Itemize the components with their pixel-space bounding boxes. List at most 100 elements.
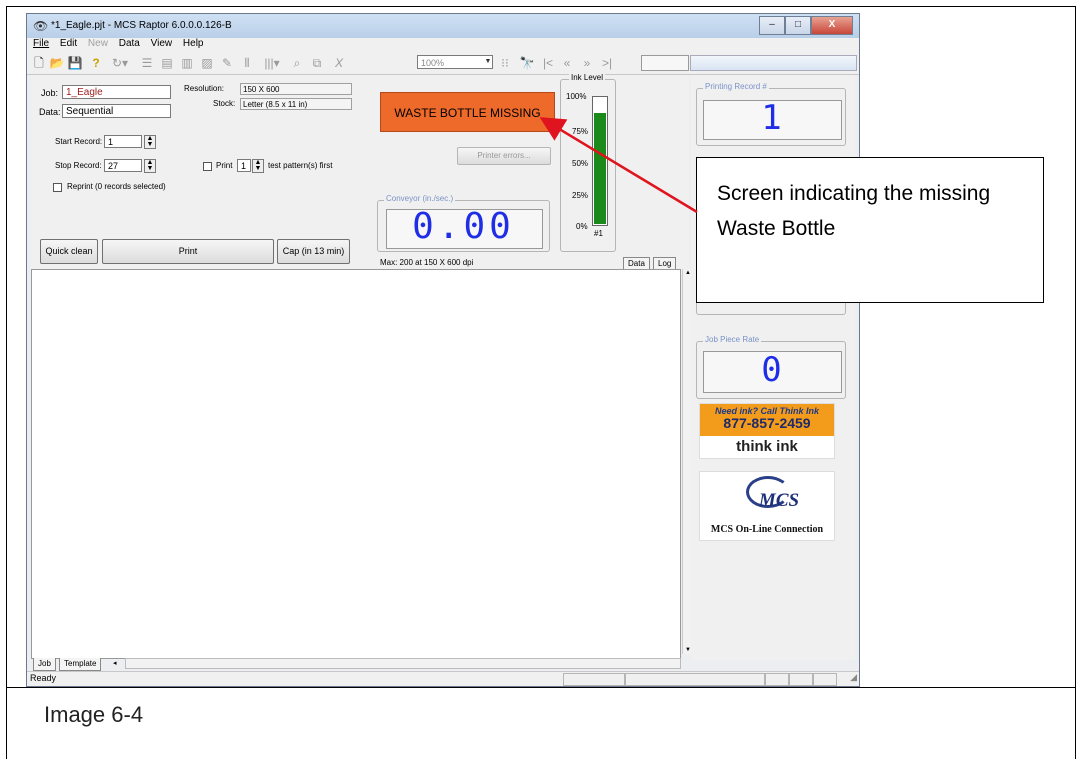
- printing-record-group: Printing Record # 1: [696, 82, 846, 146]
- printer-errors-button[interactable]: Printer errors...: [457, 147, 551, 165]
- print-button[interactable]: Print: [102, 239, 274, 264]
- maximize-button[interactable]: □: [785, 16, 811, 35]
- start-record-stepper[interactable]: ▲ ▼: [144, 135, 156, 149]
- minimize-button[interactable]: –: [759, 16, 785, 35]
- menu-edit[interactable]: Edit: [60, 38, 77, 49]
- ink-scale-100: 100%: [566, 92, 587, 101]
- status-pane-2: [625, 673, 765, 686]
- print-label: Print: [216, 161, 233, 170]
- next-record-icon[interactable]: »: [579, 55, 595, 71]
- menu-data[interactable]: Data: [119, 38, 140, 49]
- print-test-checkbox[interactable]: [203, 162, 212, 171]
- menu-new[interactable]: New: [88, 38, 108, 49]
- image-icon[interactable]: ▨: [199, 55, 215, 71]
- chevron-down-icon[interactable]: ▼: [483, 56, 493, 68]
- help-icon[interactable]: ?: [89, 55, 103, 71]
- align-left-icon[interactable]: ☰: [139, 55, 155, 71]
- ink-scale-25: 25%: [572, 191, 589, 200]
- menu-bar: File Edit New Data View Help: [27, 38, 859, 52]
- mcs-online-link[interactable]: MCS MCS On-Line Connection: [699, 471, 835, 541]
- ink-level-title: Ink Level: [569, 73, 606, 82]
- tab-job[interactable]: Job: [33, 658, 56, 671]
- start-record-label: Start Record:: [55, 137, 103, 146]
- save-icon[interactable]: 💾: [67, 55, 83, 71]
- ink-level-gauge: [592, 96, 608, 226]
- frame-divider-line: [6, 687, 1076, 688]
- stop-record-stepper[interactable]: ▲ ▼: [144, 159, 156, 173]
- title-bar[interactable]: 👁 *1_Eagle.pjt - MCS Raptor 6.0.0.0.126-…: [27, 14, 859, 38]
- waste-bottle-alert: WASTE BOTTLE MISSING: [380, 92, 555, 132]
- copy-icon[interactable]: ⧉: [309, 55, 325, 71]
- reprint-checkbox[interactable]: [53, 183, 62, 192]
- new-file-icon[interactable]: 🗋: [31, 55, 47, 71]
- job-piece-rate-title: Job Piece Rate: [703, 335, 762, 344]
- resolution-value: 150 X 600: [240, 83, 352, 95]
- menu-help[interactable]: Help: [183, 38, 204, 49]
- stock-value: Letter (8.5 x 11 in): [240, 98, 352, 110]
- grid-icon[interactable]: ⁝⁝: [497, 55, 513, 71]
- zoom-icon[interactable]: ⌕: [289, 55, 305, 71]
- ink-scale-0: 0%: [576, 222, 588, 231]
- frame-right-line: [1075, 6, 1076, 759]
- edit-image-icon[interactable]: ✎: [219, 55, 235, 71]
- ink-cartridge-label: #1: [594, 229, 603, 238]
- window-title: *1_Eagle.pjt - MCS Raptor 6.0.0.0.126-B: [51, 20, 232, 31]
- job-piece-rate-value: 0: [761, 350, 782, 390]
- cut-icon[interactable]: X: [331, 55, 347, 71]
- zoom-select[interactable]: 100%: [417, 55, 493, 69]
- conveyor-title: Conveyor (in./sec.): [384, 194, 456, 203]
- toolbar: 🗋 📂 💾 ? ↻▾ ☰ ▤ ▥ ▨ ✎ ⦀ |||▾ ⌕ ⧉ X 100% ▼…: [27, 52, 859, 75]
- quick-clean-button[interactable]: Quick clean: [40, 239, 98, 264]
- think-ink-phone: 877-857-2459: [723, 415, 811, 431]
- ink-scale-75: 75%: [572, 127, 589, 136]
- data-source-field[interactable]: Sequential: [62, 104, 171, 118]
- last-record-icon[interactable]: >|: [599, 55, 615, 71]
- barcode-icon[interactable]: ⦀: [239, 55, 255, 71]
- tab-template[interactable]: Template: [59, 658, 102, 671]
- refresh-icon[interactable]: ↻▾: [109, 55, 131, 71]
- think-ink-ad[interactable]: Need ink? Call Think Ink 877-857-2459 th…: [699, 403, 835, 459]
- menu-view[interactable]: View: [151, 38, 173, 49]
- think-ink-brand: think ink: [736, 438, 798, 455]
- record-field[interactable]: [641, 55, 689, 71]
- app-window: 👁 *1_Eagle.pjt - MCS Raptor 6.0.0.0.126-…: [26, 13, 860, 687]
- status-bar: Ready ◢: [27, 671, 859, 686]
- job-preview-area[interactable]: [31, 269, 681, 659]
- resize-grip-icon[interactable]: ◢: [850, 672, 857, 683]
- tab-scroll-left-icon[interactable]: ◂: [113, 659, 117, 667]
- job-piece-rate-group: Job Piece Rate 0: [696, 335, 846, 399]
- open-folder-icon[interactable]: 📂: [49, 55, 65, 71]
- reprint-label: Reprint (0 records selected): [67, 182, 166, 191]
- start-record-field[interactable]: 1: [104, 135, 142, 148]
- menu-file[interactable]: File: [33, 38, 49, 49]
- image-caption: Image 6-4: [44, 702, 144, 727]
- horizontal-scrollbar[interactable]: [125, 658, 681, 669]
- mcs-logo: MCS: [758, 490, 800, 511]
- toolbar-status-strip: [690, 55, 857, 71]
- status-text: Ready: [30, 673, 57, 683]
- ink-scale-50: 50%: [572, 159, 589, 168]
- conveyor-max-label: Max: 200 at 150 X 600 dpi: [380, 258, 474, 267]
- status-pane-5: [813, 673, 837, 686]
- job-name-field[interactable]: 1_Eagle: [62, 85, 171, 99]
- data-label: Data:: [39, 107, 61, 117]
- frame-top-line: [6, 6, 1076, 7]
- cap-button[interactable]: Cap (in 13 min): [277, 239, 350, 264]
- job-label: Job:: [41, 88, 59, 98]
- previous-record-icon[interactable]: «: [559, 55, 575, 71]
- status-pane-3: [765, 673, 789, 686]
- text-block-icon[interactable]: ▥: [179, 55, 195, 71]
- first-record-icon[interactable]: |<: [541, 55, 555, 71]
- find-icon[interactable]: 🔭: [519, 55, 535, 71]
- job-panel: Job: 1_Eagle Data: Sequential Resolution…: [31, 73, 689, 275]
- annotation-callout: Screen indicating the missing Waste Bott…: [696, 157, 1044, 303]
- test-pattern-stepper[interactable]: ▲ ▼: [252, 159, 264, 173]
- status-pane-4: [789, 673, 813, 686]
- stock-label: Stock:: [213, 99, 236, 108]
- test-pattern-count-field[interactable]: 1: [237, 159, 251, 172]
- ink-level-fill: [594, 113, 606, 224]
- stop-record-field[interactable]: 27: [104, 159, 142, 172]
- text-field-icon[interactable]: ▤: [159, 55, 175, 71]
- barcode-menu-icon[interactable]: |||▾: [259, 55, 285, 71]
- close-button[interactable]: X: [811, 16, 853, 35]
